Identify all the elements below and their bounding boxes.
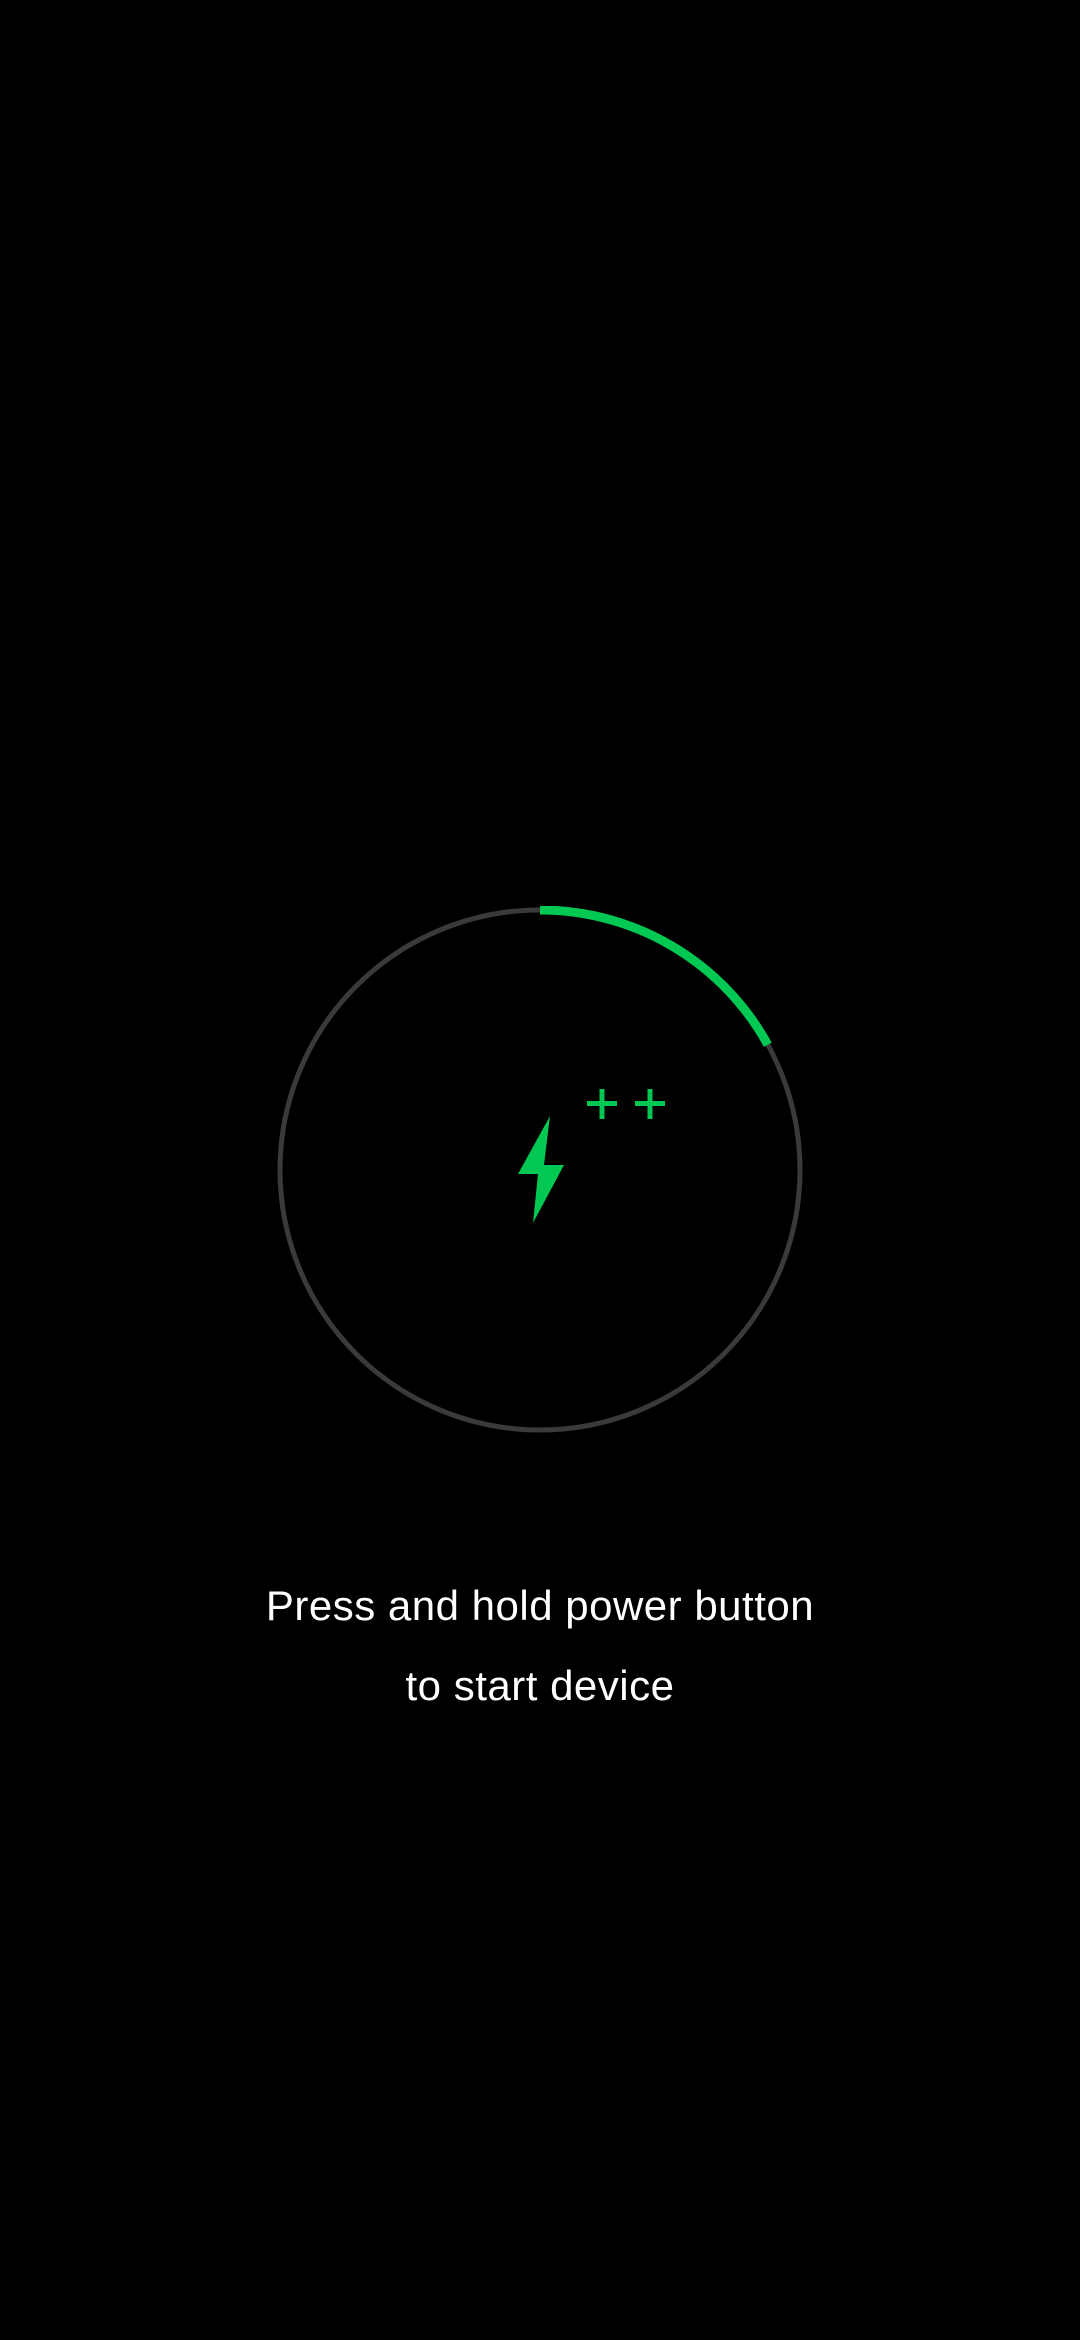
instruction-line-2: to start device [405,1662,675,1709]
charging-screen: Press and hold power button to start dev… [0,0,1080,2340]
charge-ring-graphic [277,906,803,1433]
battery-charge-indicator [276,906,804,1434]
start-instruction-text: Press and hold power button to start dev… [0,1566,1080,1726]
charge-progress-arc [539,906,772,1047]
plus-icon [587,1089,617,1119]
lightning-bolt-icon [518,1116,564,1223]
instruction-line-1: Press and hold power button [265,1582,815,1629]
plus-icon [635,1089,665,1119]
